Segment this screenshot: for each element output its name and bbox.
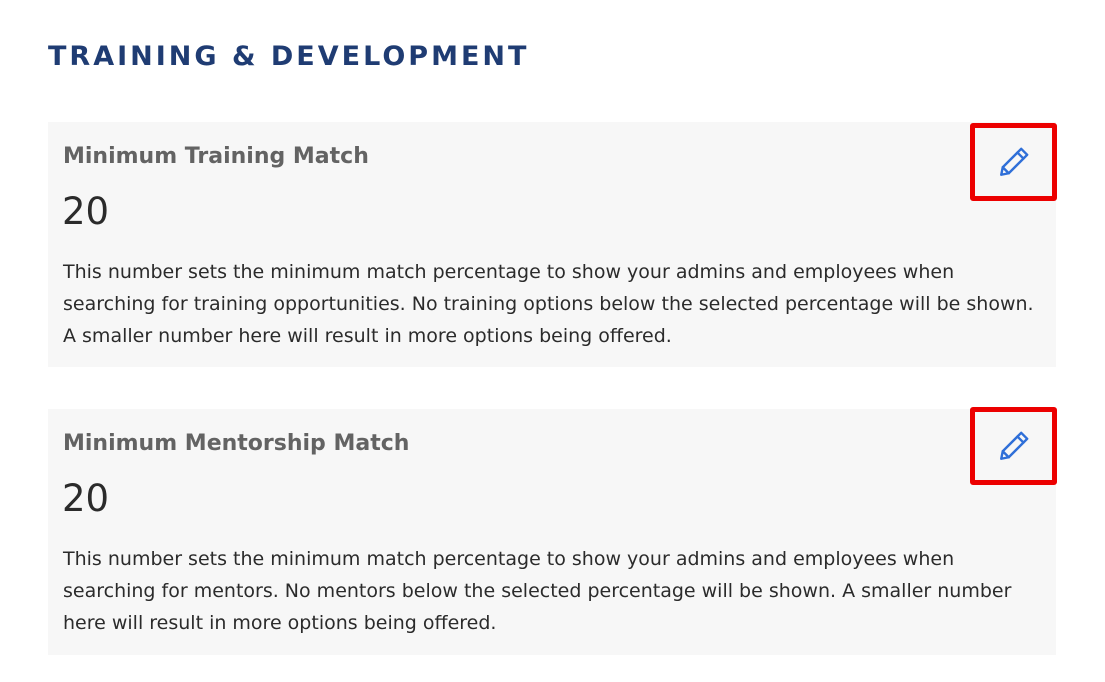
pencil-icon[interactable]: [996, 144, 1032, 180]
edit-training-match-button[interactable]: [970, 123, 1057, 201]
card-description: This number sets the minimum match perce…: [63, 261, 1034, 347]
minimum-mentorship-match-card: Minimum Mentorship Match 20 This number …: [48, 407, 1057, 655]
card-value: 20: [62, 477, 110, 520]
section-title: TRAINING & DEVELOPMENT: [48, 41, 530, 72]
card-title: Minimum Mentorship Match: [63, 431, 410, 456]
card-title: Minimum Training Match: [63, 144, 369, 169]
card-value: 20: [62, 190, 110, 233]
edit-mentorship-match-button[interactable]: [970, 407, 1057, 485]
card-description: This number sets the minimum match perce…: [63, 548, 1012, 634]
minimum-training-match-card: Minimum Training Match 20 This number se…: [48, 122, 1057, 367]
pencil-icon[interactable]: [996, 428, 1032, 464]
